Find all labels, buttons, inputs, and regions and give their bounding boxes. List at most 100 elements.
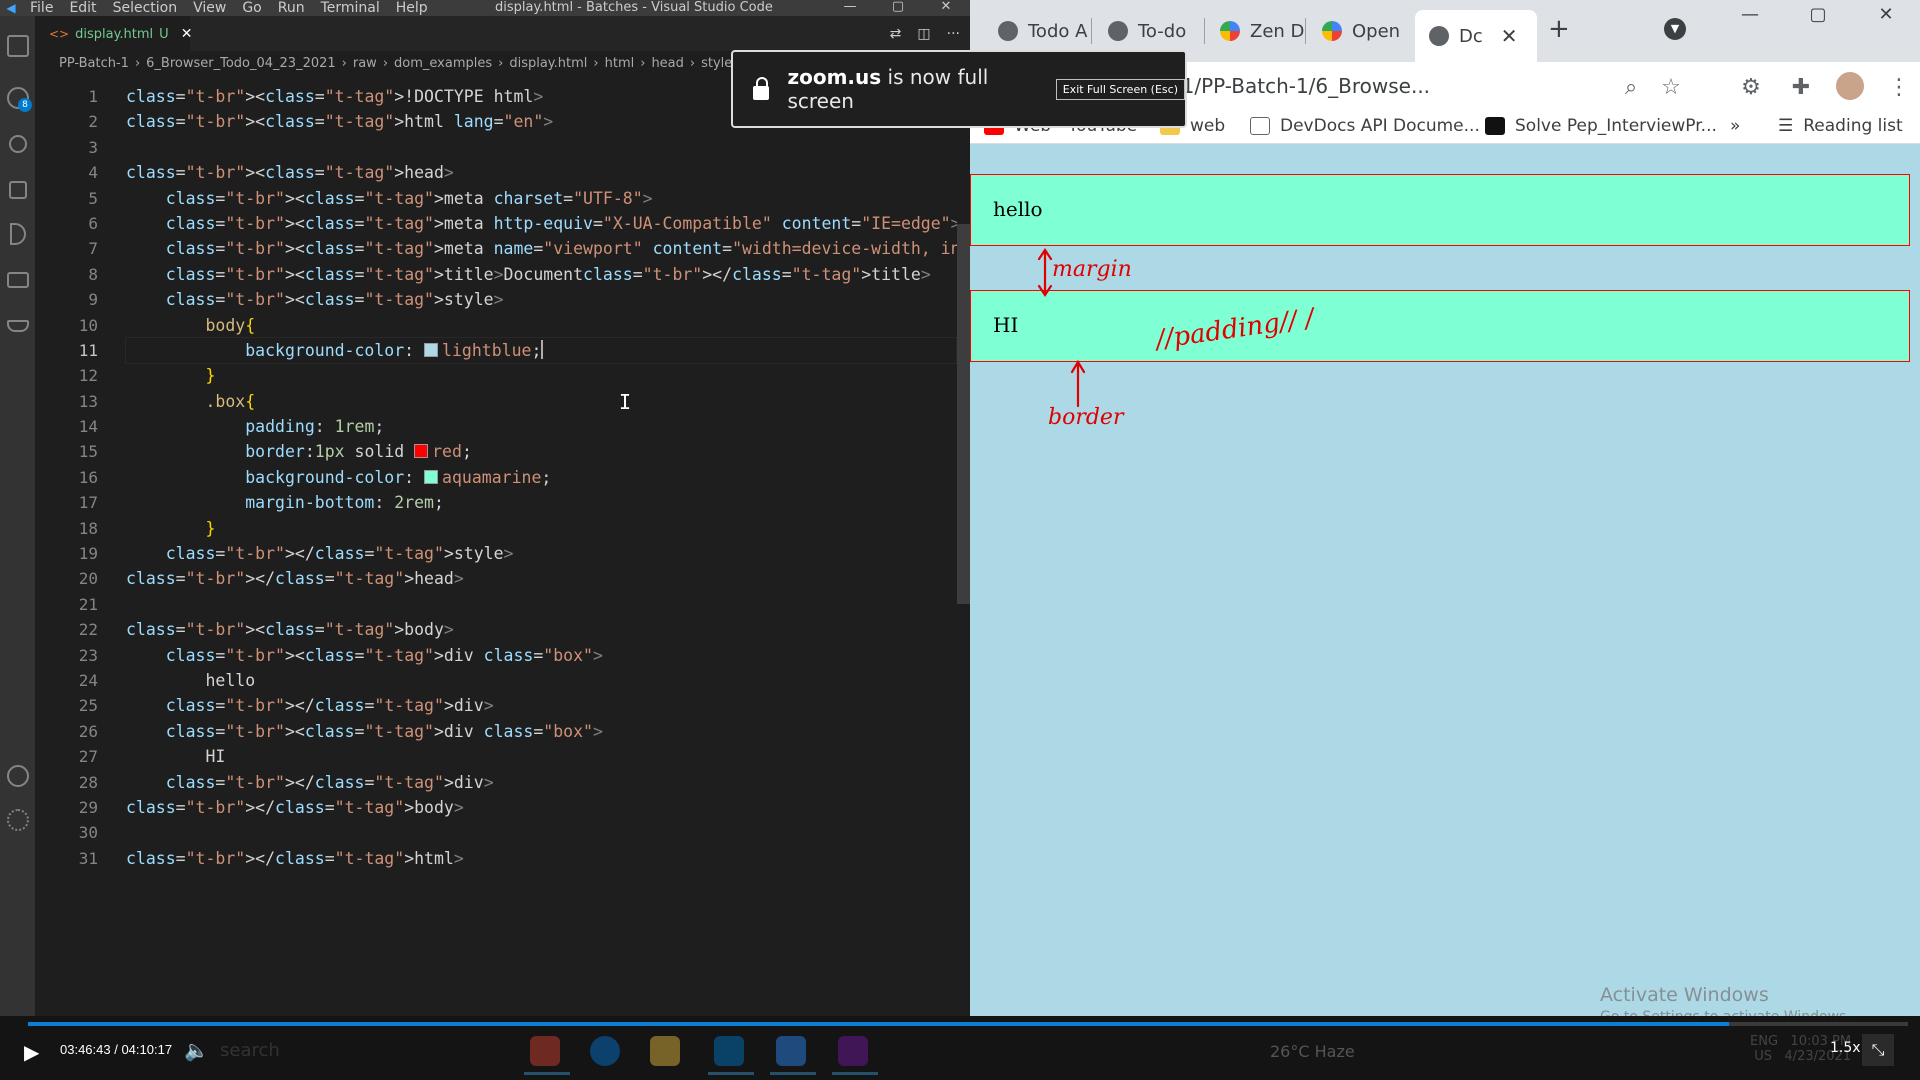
breadcrumb-item[interactable]: raw bbox=[353, 56, 377, 71]
remote-explorer-icon[interactable] bbox=[0, 260, 35, 300]
tab-search-icon[interactable]: ▼ bbox=[1664, 18, 1686, 40]
code-line[interactable]: class="t-br"></class="t-tag">head> bbox=[126, 566, 956, 591]
browser-tab-1[interactable]: Todo A bbox=[984, 10, 1087, 52]
tab-display-html[interactable]: <> display.html U ✕ bbox=[35, 16, 193, 51]
zoom-icon[interactable]: ⌕ bbox=[1618, 74, 1644, 100]
browser-tab-2[interactable]: To-do bbox=[1094, 10, 1186, 52]
zoom-app-icon[interactable] bbox=[770, 1036, 816, 1075]
playback-speed[interactable]: 1.5x bbox=[1830, 1040, 1861, 1056]
code-line[interactable]: margin-bottom: 2rem; bbox=[126, 490, 956, 515]
menu-go[interactable]: Go bbox=[234, 0, 269, 16]
open-changes-icon[interactable]: ⇄ bbox=[890, 26, 902, 42]
tab-close-icon[interactable]: ✕ bbox=[1501, 24, 1518, 48]
bookmark-devdocs[interactable]: DevDocs API Docume... bbox=[1250, 116, 1480, 136]
more-actions-icon[interactable]: ··· bbox=[947, 26, 960, 42]
code-line[interactable]: .box{ bbox=[126, 389, 956, 414]
breadcrumb-item[interactable]: 6_Browser_Todo_04_23_2021 bbox=[146, 56, 336, 71]
bookmark-star-icon[interactable]: ☆ bbox=[1658, 74, 1684, 100]
maximize-icon[interactable]: ▢ bbox=[1784, 0, 1852, 30]
exit-fullscreen-button[interactable]: Exit Full Screen (Esc) bbox=[1055, 78, 1185, 100]
breadcrumb-item[interactable]: head bbox=[651, 56, 683, 71]
extensions-icon[interactable] bbox=[0, 170, 35, 210]
maximize-icon[interactable]: ▢ bbox=[874, 0, 922, 14]
onenote-app-icon[interactable] bbox=[832, 1036, 878, 1075]
run-debug-icon[interactable] bbox=[0, 214, 35, 254]
explorer-icon[interactable] bbox=[0, 26, 35, 66]
more-bookmarks-button[interactable]: » bbox=[1730, 116, 1740, 136]
tab-close-icon[interactable]: ✕ bbox=[181, 26, 193, 42]
menu-run[interactable]: Run bbox=[270, 0, 313, 16]
color-swatch[interactable] bbox=[414, 444, 429, 459]
menu-file[interactable]: File bbox=[22, 0, 61, 16]
code-line[interactable]: class="t-br"><class="t-tag">title>Docume… bbox=[126, 262, 956, 287]
breadcrumb-item[interactable]: dom_examples bbox=[394, 56, 492, 71]
browser-tab-active[interactable]: Dc ✕ bbox=[1415, 10, 1537, 62]
code-line[interactable]: class="t-br"><class="t-tag">body> bbox=[126, 617, 956, 642]
code-line[interactable]: } bbox=[126, 516, 956, 541]
code-line[interactable]: body{ bbox=[126, 313, 956, 338]
code-line[interactable]: HI bbox=[126, 744, 956, 769]
breadcrumb-item[interactable]: display.html bbox=[509, 56, 587, 71]
minimize-icon[interactable]: — bbox=[826, 0, 874, 14]
code-line[interactable]: hello bbox=[126, 668, 956, 693]
code-line[interactable]: class="t-br"><class="t-tag">div class="b… bbox=[126, 643, 956, 668]
exit-fullscreen-icon[interactable]: ⤡ bbox=[1862, 1034, 1894, 1066]
code-line[interactable]: padding: 1rem; bbox=[126, 414, 956, 439]
scrollbar-thumb[interactable] bbox=[957, 224, 970, 604]
minimize-icon[interactable]: — bbox=[1716, 0, 1784, 30]
code-line[interactable]: background-color: lightblue; bbox=[125, 336, 957, 365]
breadcrumb-item[interactable]: html bbox=[605, 56, 635, 71]
code-line[interactable]: class="t-br"></class="t-tag">div> bbox=[126, 770, 956, 795]
code-line[interactable]: class="t-br"><class="t-tag">style> bbox=[126, 287, 956, 312]
more-menu-icon[interactable]: ⋮ bbox=[1886, 74, 1912, 100]
code-line[interactable]: } bbox=[126, 363, 956, 388]
settings-gear-icon[interactable] bbox=[0, 800, 35, 840]
search-icon[interactable] bbox=[0, 124, 35, 164]
code-editor[interactable]: class="t-br"><class="t-tag">!DOCTYPE htm… bbox=[125, 84, 1130, 871]
code-line[interactable] bbox=[126, 592, 956, 617]
volume-icon[interactable]: 🔈 bbox=[184, 1038, 209, 1062]
close-icon[interactable]: ✕ bbox=[922, 0, 970, 14]
code-line[interactable]: class="t-br"></class="t-tag">style> bbox=[126, 541, 956, 566]
code-line[interactable]: class="t-br"></class="t-tag">div> bbox=[126, 693, 956, 718]
code-line[interactable]: background-color: aquamarine; bbox=[126, 465, 956, 490]
code-line[interactable] bbox=[126, 820, 956, 845]
playback-progress[interactable] bbox=[0, 1020, 1920, 1028]
chrome-app-icon[interactable] bbox=[524, 1036, 570, 1075]
editor-scrollbar[interactable] bbox=[957, 84, 970, 1016]
vscode-app-icon[interactable] bbox=[708, 1036, 754, 1075]
code-line[interactable]: class="t-br"><class="t-tag">meta charset… bbox=[126, 186, 956, 211]
extension-gear-icon[interactable]: ⚙ bbox=[1738, 74, 1764, 100]
browser-tab-3[interactable]: Zen D bbox=[1206, 10, 1304, 52]
file-explorer-app-icon[interactable] bbox=[650, 1036, 680, 1066]
source-control-icon[interactable]: 8 bbox=[0, 78, 35, 118]
edge-app-icon[interactable] bbox=[590, 1036, 620, 1066]
code-line[interactable]: class="t-br"><class="t-tag">meta http-eq… bbox=[126, 211, 961, 236]
docker-icon[interactable] bbox=[0, 306, 35, 346]
code-line[interactable]: class="t-br"><class="t-tag">div class="b… bbox=[126, 719, 956, 744]
code-line[interactable] bbox=[126, 135, 956, 160]
reading-list-button[interactable]: ☰ Reading list bbox=[1778, 116, 1903, 136]
color-swatch[interactable] bbox=[424, 469, 439, 484]
code-line[interactable]: class="t-br"><class="t-tag">head> bbox=[126, 160, 956, 185]
menu-edit[interactable]: Edit bbox=[61, 0, 104, 16]
split-editor-icon[interactable]: ◫ bbox=[917, 26, 930, 42]
menu-help[interactable]: Help bbox=[388, 0, 436, 16]
extensions-puzzle-icon[interactable]: ✚ bbox=[1788, 74, 1814, 100]
new-tab-icon[interactable]: + bbox=[1548, 14, 1570, 44]
breadcrumb-item[interactable]: style bbox=[701, 56, 732, 71]
play-icon[interactable]: ▶ bbox=[24, 1040, 46, 1064]
menu-terminal[interactable]: Terminal bbox=[313, 0, 388, 16]
menu-view[interactable]: View bbox=[185, 0, 234, 16]
close-icon[interactable]: ✕ bbox=[1852, 0, 1920, 30]
browser-tab-4[interactable]: Open bbox=[1308, 10, 1400, 52]
code-line[interactable]: border:1px solid red; bbox=[126, 439, 956, 464]
bookmark-pep[interactable]: Solve Pep_InterviewPr... bbox=[1485, 116, 1717, 136]
code-line[interactable]: class="t-br"></class="t-tag">body> bbox=[126, 795, 956, 820]
code-line[interactable]: class="t-br"><class="t-tag">meta name="v… bbox=[126, 236, 1130, 261]
code-line[interactable]: class="t-br"></class="t-tag">html> bbox=[126, 846, 956, 871]
avatar[interactable] bbox=[1834, 70, 1866, 102]
menu-selection[interactable]: Selection bbox=[105, 0, 186, 16]
accounts-icon[interactable] bbox=[0, 756, 35, 796]
color-swatch[interactable] bbox=[424, 342, 439, 357]
